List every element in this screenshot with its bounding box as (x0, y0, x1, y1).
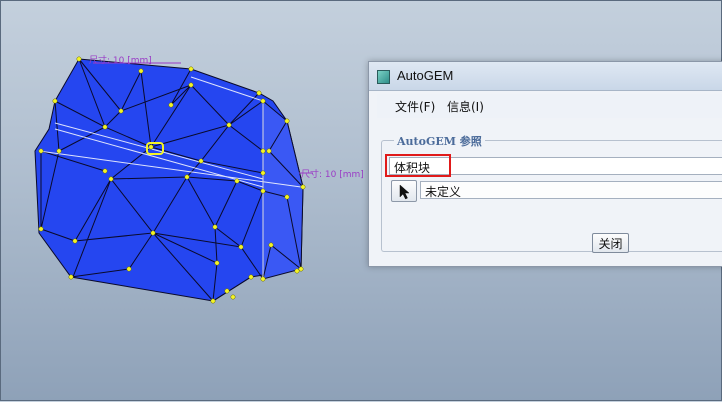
close-button[interactable]: 关闭 (592, 233, 629, 253)
menu-info[interactable]: 信息(I) (447, 98, 484, 115)
group-label: AutoGEM 参照 (394, 133, 485, 149)
dimension-label-top: 尺寸: 10 [mm] (89, 56, 152, 66)
select-reference-button[interactable] (391, 180, 417, 202)
selection-status-field: 未定义 (420, 181, 722, 199)
title-bar[interactable]: AutoGEM (369, 62, 722, 91)
window-title: AutoGEM (397, 68, 454, 83)
menu-file[interactable]: 文件(F) (395, 98, 435, 115)
menu-bar: 文件(F) 信息(I) (377, 94, 722, 118)
autogem-dialog: AutoGEM 文件(F) 信息(I) AutoGEM 参照 体积块 未定义 关… (368, 61, 722, 267)
reference-type-input[interactable]: 体积块 (389, 157, 722, 175)
pointer-arrow-icon (399, 184, 410, 200)
autogem-app-icon (377, 70, 390, 84)
dimension-label-right: 尺寸: 10 [mm] (301, 170, 364, 180)
